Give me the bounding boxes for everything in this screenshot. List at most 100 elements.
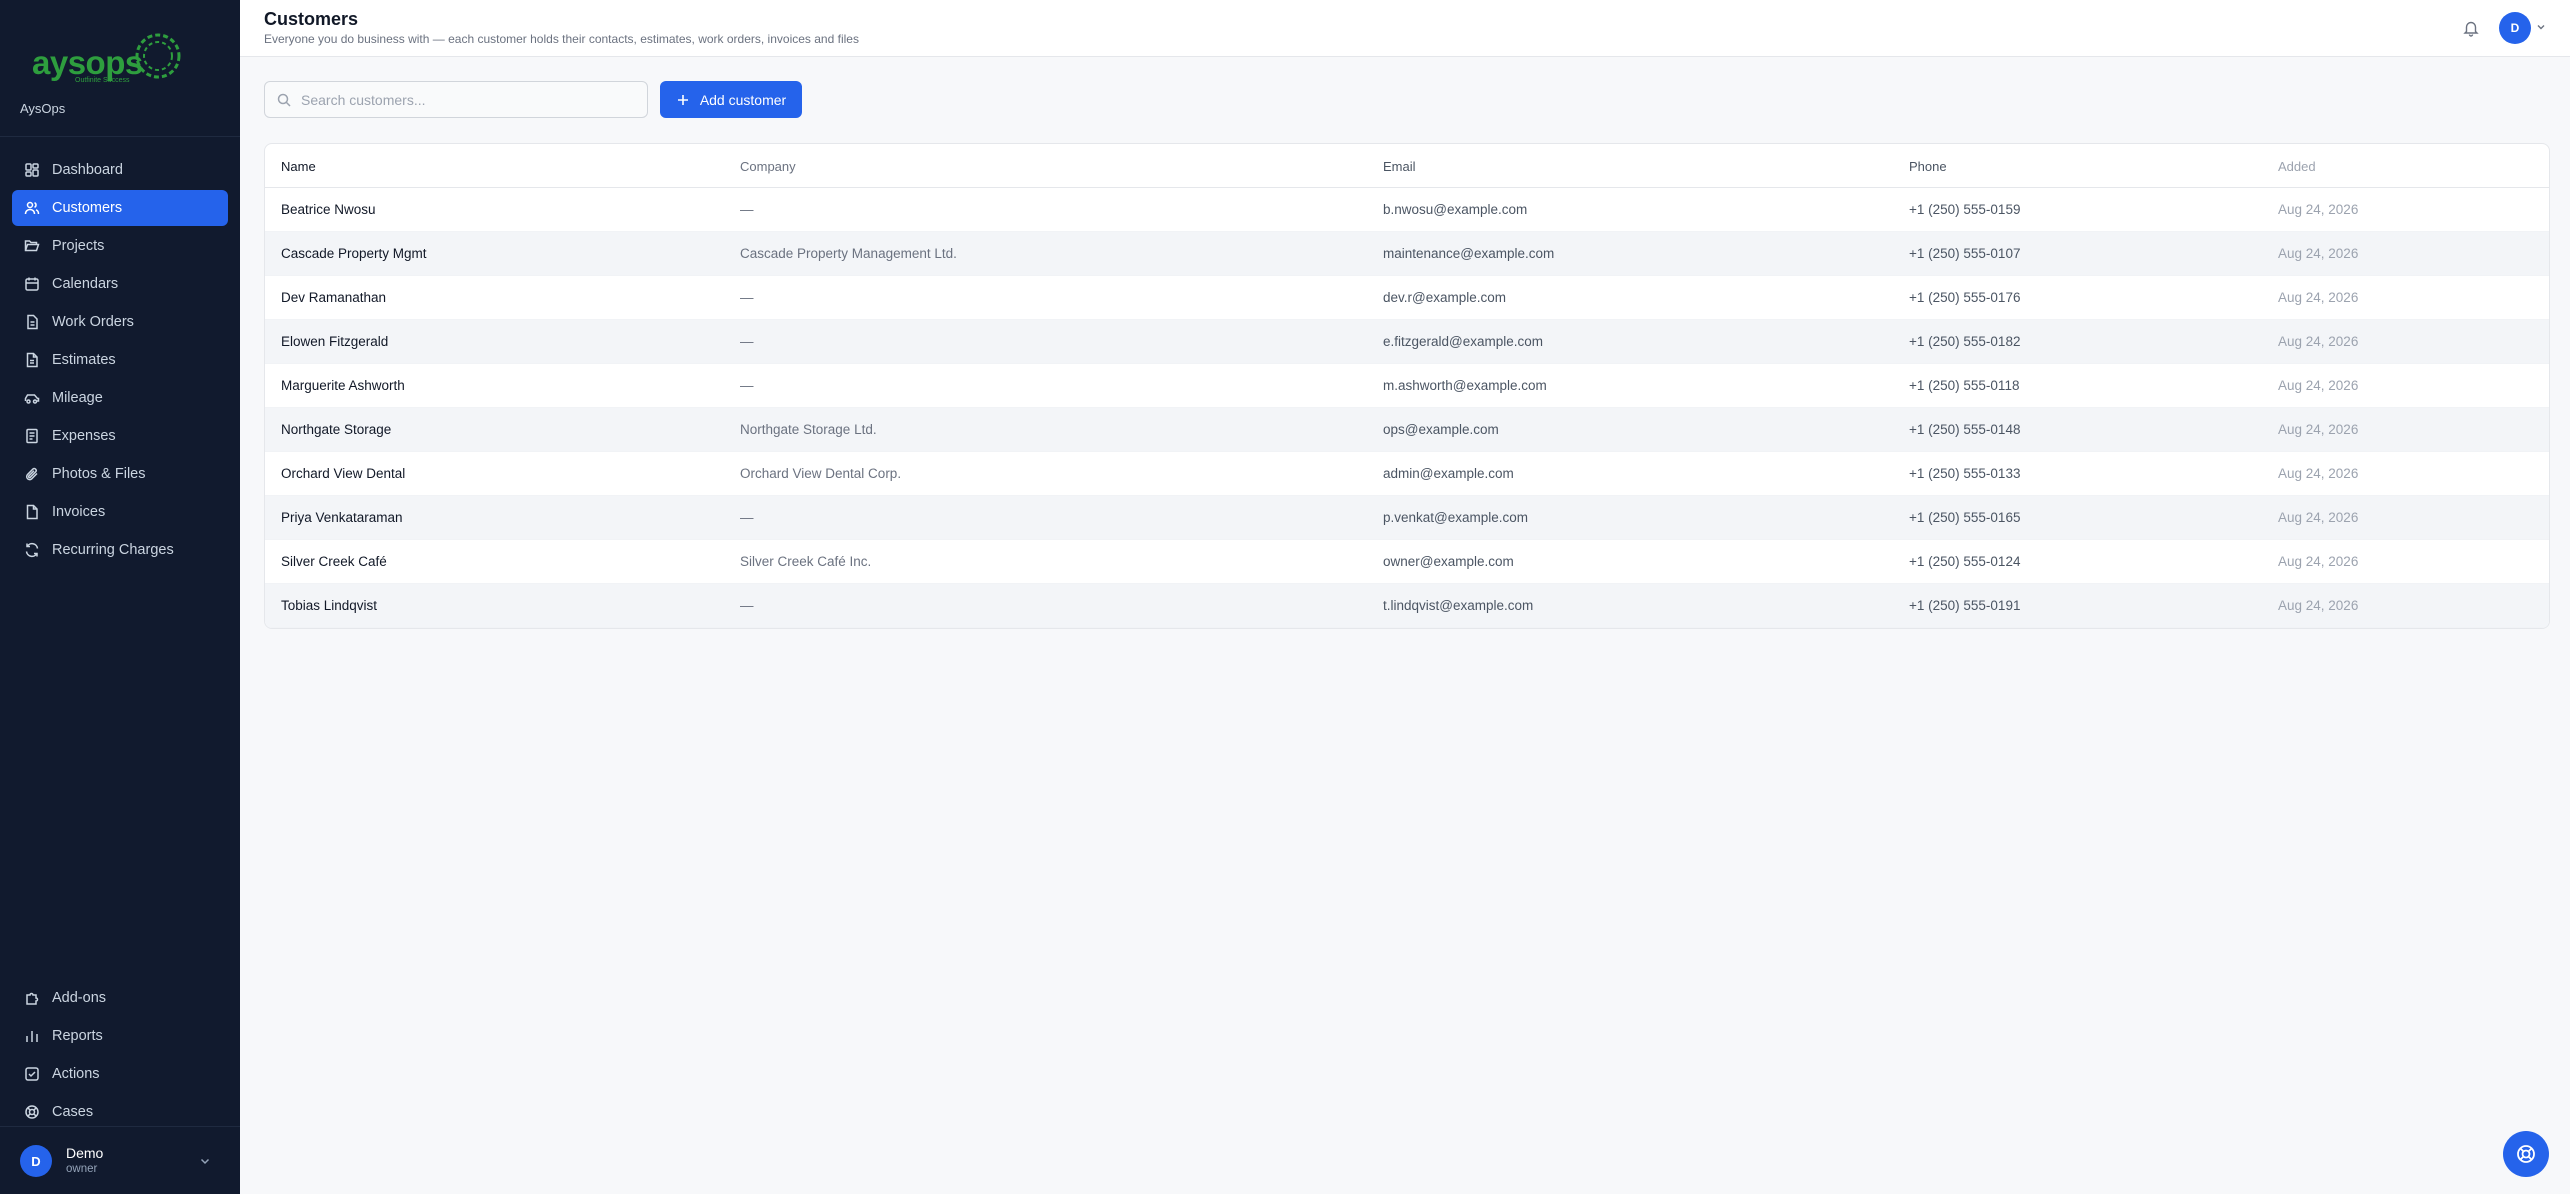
sidebar-item-reports[interactable]: Reports [12,1018,228,1054]
cell-email: ops@example.com [1383,422,1499,437]
folder-icon [24,238,40,254]
paperclip-icon [24,466,40,482]
sidebar-item-actions[interactable]: Actions [12,1056,228,1092]
brand-logo[interactable]: aysops Outfinite Success [20,28,181,88]
table-row[interactable]: Cascade Property Mgmt Cascade Property M… [265,232,2549,276]
sidebar-item-label: Projects [52,238,105,254]
logo-tagline: Outfinite Success [75,77,130,84]
column-header-email[interactable]: Email [1383,159,1416,174]
cell-company: — [740,334,754,349]
sidebar-item-customers[interactable]: Customers [12,190,228,226]
table-row[interactable]: Beatrice Nwosu — b.nwosu@example.com +1 … [265,188,2549,232]
column-header-company[interactable]: Company [740,159,796,174]
bell-icon[interactable] [2462,19,2480,37]
cell-company: Orchard View Dental Corp. [740,466,902,481]
column-header-added[interactable]: Added [2278,159,2316,174]
cell-email: m.ashworth@example.com [1383,378,1547,393]
sidebar-item-label: Estimates [52,352,116,368]
cell-email: b.nwosu@example.com [1383,202,1528,217]
plus-icon [677,94,688,105]
table-row[interactable]: Silver Creek Café Silver Creek Café Inc.… [265,540,2549,584]
cell-email: maintenance@example.com [1383,246,1555,261]
column-header-name[interactable]: Name [281,159,316,174]
cell-added: Aug 24, 2026 [2278,598,2359,613]
table-row[interactable]: Marguerite Ashworth — m.ashworth@example… [265,364,2549,408]
sidebar-item-label: Add-ons [52,990,107,1006]
cell-phone: +1 (250) 555-0191 [1909,598,2021,613]
sidebar-item-invoices[interactable]: Invoices [12,494,228,530]
sidebar-item-label: Invoices [52,504,106,520]
cell-added: Aug 24, 2026 [2278,290,2359,305]
bar-chart-icon [24,1028,40,1044]
help-button[interactable] [2503,1131,2549,1177]
table-header: Name Company Email Phone Added [265,144,2549,188]
table-row[interactable]: Elowen Fitzgerald — e.fitzgerald@example… [265,320,2549,364]
cell-phone: +1 (250) 555-0148 [1909,422,2021,437]
user-name: Demo [66,1145,104,1161]
sidebar: aysops Outfinite Success AysOps Dashboar… [0,0,240,1194]
receipt-icon [24,428,40,444]
sidebar-item-mileage[interactable]: Mileage [12,380,228,416]
calendar-icon [24,276,40,292]
cell-email: t.lindqvist@example.com [1383,598,1534,613]
column-header-phone[interactable]: Phone [1909,159,1947,174]
cell-added: Aug 24, 2026 [2278,466,2359,481]
search-input[interactable] [301,91,641,108]
cell-phone: +1 (250) 555-0124 [1909,554,2021,569]
document-icon [24,352,40,368]
sidebar-item-label: Mileage [52,390,103,406]
sidebar-item-photos-files[interactable]: Photos & Files [12,456,228,492]
cell-company: — [740,510,754,525]
users-icon [24,200,40,216]
cell-added: Aug 24, 2026 [2278,246,2359,261]
sidebar-item-dashboard[interactable]: Dashboard [12,152,228,188]
sidebar-item-label: Calendars [52,276,119,292]
table-row[interactable]: Priya Venkataraman — p.venkat@example.co… [265,496,2549,540]
avatar: D [20,1145,52,1177]
refresh-icon [24,542,40,558]
table-row[interactable]: Northgate Storage Northgate Storage Ltd.… [265,408,2549,452]
table-row[interactable]: Tobias Lindqvist — t.lindqvist@example.c… [265,584,2549,628]
cell-phone: +1 (250) 555-0107 [1909,246,2021,261]
org-name: AysOps [20,101,66,116]
sidebar-item-label: Dashboard [52,162,123,178]
dashboard-icon [24,162,40,178]
page-title: Customers [264,9,359,29]
sidebar-item-label: Customers [52,200,123,216]
sidebar-item-label: Recurring Charges [52,542,174,558]
lifebuoy-icon [2517,1145,2535,1163]
search-icon [277,93,291,107]
sidebar-item-estimates[interactable]: Estimates [12,342,228,378]
sidebar-item-add-ons[interactable]: Add-ons [12,980,228,1016]
cell-phone: +1 (250) 555-0159 [1909,202,2021,217]
sidebar-item-work-orders[interactable]: Work Orders [12,304,228,340]
sidebar-item-calendars[interactable]: Calendars [12,266,228,302]
search-box[interactable] [264,81,648,118]
sidebar-item-projects[interactable]: Projects [12,228,228,264]
cell-phone: +1 (250) 555-0118 [1909,378,2020,393]
add-customer-button[interactable]: Add customer [660,81,802,118]
table-row[interactable]: Dev Ramanathan — dev.r@example.com +1 (2… [265,276,2549,320]
user-role: owner [66,1163,98,1175]
cell-added: Aug 24, 2026 [2278,422,2359,437]
sidebar-item-label: Work Orders [52,314,134,330]
chevron-down-icon[interactable] [2535,21,2547,33]
cell-added: Aug 24, 2026 [2278,202,2359,217]
header-avatar[interactable]: D [2499,12,2531,44]
puzzle-icon [24,990,40,1006]
sidebar-item-label: Expenses [52,428,116,444]
invoice-icon [24,504,40,520]
checkbox-icon [24,1066,40,1082]
sidebar-item-cases[interactable]: Cases [12,1094,228,1130]
cell-name: Cascade Property Mgmt [281,246,427,261]
lifebuoy-icon [24,1104,40,1120]
table-row[interactable]: Orchard View Dental Orchard View Dental … [265,452,2549,496]
cell-name: Silver Creek Café [281,554,387,569]
cell-email: p.venkat@example.com [1383,510,1529,525]
sidebar-item-label: Photos & Files [52,466,146,482]
sidebar-item-expenses[interactable]: Expenses [12,418,228,454]
user-menu[interactable]: D Demo owner [20,1143,220,1179]
add-customer-label: Add customer [699,91,787,108]
cell-email: dev.r@example.com [1383,290,1506,305]
sidebar-item-recurring-charges[interactable]: Recurring Charges [12,532,228,568]
